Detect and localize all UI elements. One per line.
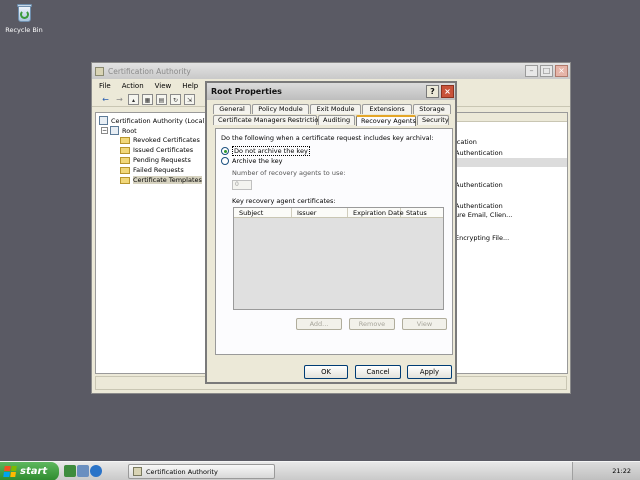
recycle-bin-icon — [15, 2, 33, 24]
ca-server-icon — [110, 126, 119, 135]
details-item[interactable]: Authentication — [455, 202, 503, 210]
tab-row-front: Certificate Managers Restrictions Auditi… — [213, 115, 449, 126]
help-button[interactable]: ? — [426, 85, 439, 98]
mmc-title-bar[interactable]: Certification Authority – □ × — [92, 63, 570, 79]
export-icon[interactable]: ⇲ — [184, 93, 195, 105]
tree-folder-failed[interactable]: Failed Requests — [120, 166, 184, 174]
maximize-button[interactable]: □ — [540, 65, 553, 77]
cancel-button[interactable]: Cancel — [355, 365, 401, 379]
windows-flag-icon — [3, 466, 17, 477]
app-icon — [133, 467, 142, 476]
agent-certificates-list[interactable]: Subject Issuer Expiration Date Status — [233, 207, 444, 310]
tree-folder-pending[interactable]: Pending Requests — [120, 156, 191, 164]
app-icon — [95, 66, 104, 76]
radio-do-not-archive[interactable]: Do not archive the key — [221, 146, 310, 156]
certificate-authority-icon — [99, 116, 108, 125]
recycle-bin-label: Recycle Bin — [5, 26, 43, 34]
tree-ca-node[interactable]: − Root — [101, 126, 137, 135]
details-item[interactable]: Encrypting File... — [455, 234, 509, 242]
show-tree-icon[interactable]: ▦ — [142, 93, 153, 105]
start-button[interactable]: start — [0, 462, 59, 480]
recovery-agents-panel: Do the following when a certificate requ… — [215, 128, 453, 355]
clock[interactable]: 21:22 — [612, 467, 631, 475]
tab-auditing[interactable]: Auditing — [318, 115, 355, 125]
collapse-icon[interactable]: − — [101, 127, 108, 134]
console-tree: Certification Authority (Local) − Root R… — [95, 112, 213, 374]
radio-archive-key[interactable]: Archive the key — [221, 157, 283, 165]
num-agents-label: Number of recovery agents to use: — [232, 169, 346, 177]
tree-folder-revoked[interactable]: Revoked Certificates — [120, 136, 200, 144]
col-issuer[interactable]: Issuer — [292, 208, 348, 217]
up-folder-icon[interactable]: ▴ — [128, 93, 139, 105]
dialog-title: Root Properties — [211, 87, 282, 96]
details-item[interactable]: Authentication — [455, 181, 503, 189]
dialog-close-button[interactable]: × — [441, 85, 454, 98]
view-button[interactable]: View — [402, 318, 447, 330]
taskbar: start Certification Authority EN 21:22 — [0, 461, 640, 480]
remove-button[interactable]: Remove — [349, 318, 395, 330]
tree-folder-issued[interactable]: Issued Certificates — [120, 146, 193, 154]
recycle-bin-shortcut[interactable]: Recycle Bin — [4, 2, 44, 34]
ok-button[interactable]: OK — [304, 365, 348, 379]
back-arrow-icon[interactable]: ← — [100, 94, 111, 105]
properties-icon[interactable]: ▤ — [156, 93, 167, 105]
refresh-icon[interactable]: ↻ — [170, 93, 181, 105]
folder-icon — [120, 146, 130, 154]
agent-certs-label: Key recovery agent certificates: — [232, 197, 336, 205]
col-status[interactable]: Status — [401, 208, 443, 217]
menu-file[interactable]: File — [99, 82, 111, 90]
tab-security[interactable]: Security — [417, 115, 449, 125]
folder-open-icon — [120, 176, 130, 184]
tab-exit-module[interactable]: Exit Module — [310, 104, 361, 114]
menu-help[interactable]: Help — [182, 82, 198, 90]
tab-storage[interactable]: Storage — [413, 104, 451, 114]
show-desktop-icon[interactable] — [64, 465, 76, 477]
add-button[interactable]: Add... — [296, 318, 342, 330]
forward-arrow-icon[interactable]: → — [114, 94, 125, 105]
radio-unselected-icon — [221, 157, 229, 165]
apply-button[interactable]: Apply — [407, 365, 452, 379]
taskbar-item-certification-authority[interactable]: Certification Authority — [128, 464, 275, 479]
details-item[interactable]: ication — [455, 138, 477, 146]
details-item[interactable]: Authentication — [455, 149, 503, 157]
archival-instructions: Do the following when a certificate requ… — [221, 134, 434, 142]
col-subject[interactable]: Subject — [234, 208, 292, 217]
folder-icon — [120, 156, 130, 164]
tab-policy-module[interactable]: Policy Module — [252, 104, 309, 114]
tree-root[interactable]: Certification Authority (Local) — [99, 116, 207, 125]
folder-icon — [120, 136, 130, 144]
close-button[interactable]: × — [555, 65, 568, 77]
folder-icon — [120, 166, 130, 174]
tab-general[interactable]: General — [213, 104, 251, 114]
tab-row-back: General Policy Module Exit Module Extens… — [213, 104, 451, 114]
menu-action[interactable]: Action — [122, 82, 144, 90]
selected-row-highlight — [455, 158, 567, 167]
num-agents-input[interactable]: 0 — [232, 180, 252, 190]
minimize-button[interactable]: – — [525, 65, 538, 77]
col-expiration-date[interactable]: Expiration Date — [348, 208, 404, 217]
tab-recovery-agents[interactable]: Recovery Agents — [356, 115, 416, 126]
menu-view[interactable]: View — [155, 82, 172, 90]
list-header: Subject Issuer Expiration Date Status — [234, 208, 443, 218]
details-item[interactable]: ure Email, Clien... — [455, 211, 512, 219]
radio-selected-icon — [221, 147, 229, 155]
tab-extensions[interactable]: Extensions — [362, 104, 412, 114]
system-tray: 21:22 — [572, 462, 640, 480]
mmc-title: Certification Authority — [108, 66, 191, 76]
internet-explorer-icon[interactable] — [90, 465, 102, 477]
tab-certificate-managers-restrictions[interactable]: Certificate Managers Restrictions — [213, 115, 326, 125]
root-properties-dialog: Root Properties ? × General Policy Modul… — [205, 81, 457, 384]
media-player-icon[interactable] — [77, 465, 89, 477]
tree-folder-templates[interactable]: Certificate Templates — [120, 176, 202, 184]
dialog-title-bar[interactable]: Root Properties ? × — [207, 83, 455, 100]
